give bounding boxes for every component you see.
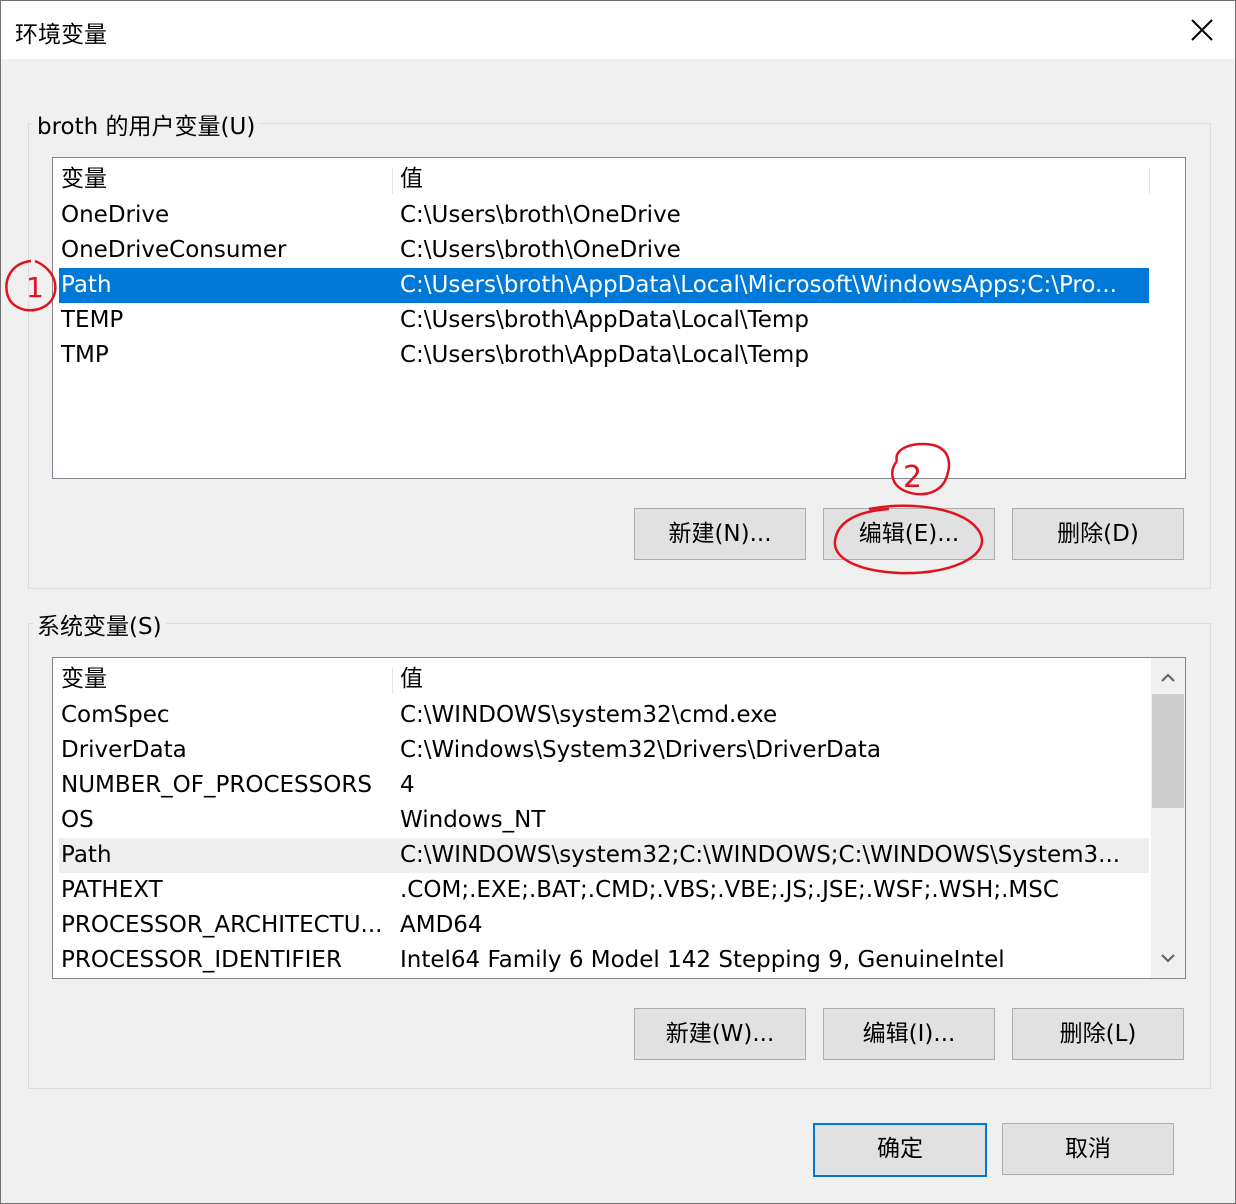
variable-name: Path — [61, 842, 112, 868]
variable-value: Intel64 Family 6 Model 142 Stepping 9, G… — [400, 947, 1005, 973]
list-header: 变量 值 — [59, 662, 1149, 697]
variable-value: Windows_NT — [400, 807, 546, 833]
user-variables-list[interactable]: 变量 值 OneDrive C:\Users\broth\OneDrive On… — [52, 157, 1186, 479]
variable-name: OneDrive — [61, 202, 170, 228]
close-button[interactable] — [1169, 1, 1235, 59]
variable-name: OS — [61, 807, 94, 833]
variable-value: C:\Users\broth\AppData\Local\Temp — [400, 307, 809, 333]
window-title: 环境变量 — [15, 22, 107, 48]
column-divider[interactable] — [1149, 168, 1150, 194]
variable-name: TMP — [61, 342, 109, 368]
variable-value: .COM;.EXE;.BAT;.CMD;.VBS;.VBE;.JS;.JSE;.… — [400, 877, 1059, 903]
variable-value: AMD64 — [400, 912, 483, 938]
variable-name: TEMP — [61, 307, 124, 333]
column-header-value[interactable]: 值 — [400, 162, 423, 197]
user-edit-button[interactable]: 编辑(E)... — [823, 508, 995, 560]
list-item[interactable]: TEMP C:\Users\broth\AppData\Local\Temp — [59, 303, 1149, 338]
vertical-scrollbar[interactable] — [1151, 658, 1185, 978]
variable-value: C:\Users\broth\OneDrive — [400, 202, 681, 228]
list-item[interactable]: OneDriveConsumer C:\Users\broth\OneDrive — [59, 233, 1149, 268]
list-item[interactable]: OneDrive C:\Users\broth\OneDrive — [59, 198, 1149, 233]
variable-name: PROCESSOR_ARCHITECTU... — [61, 912, 383, 938]
system-delete-button[interactable]: 删除(L) — [1012, 1008, 1184, 1060]
variable-name: DriverData — [61, 737, 187, 763]
list-header: 变量 值 — [59, 162, 1179, 197]
list-item[interactable]: PATHEXT .COM;.EXE;.BAT;.CMD;.VBS;.VBE;.J… — [59, 873, 1149, 908]
variable-value: C:\Users\broth\AppData\Local\Microsoft\W… — [400, 272, 1117, 298]
list-item[interactable]: ComSpec C:\WINDOWS\system32\cmd.exe — [59, 698, 1149, 733]
variable-value: C:\Users\broth\AppData\Local\Temp — [400, 342, 809, 368]
list-item[interactable]: NUMBER_OF_PROCESSORS 4 — [59, 768, 1149, 803]
column-header-value[interactable]: 值 — [400, 662, 423, 697]
variable-name: OneDriveConsumer — [61, 237, 287, 263]
system-variables-label: 系统变量(S) — [33, 607, 166, 641]
list-item[interactable]: PROCESSOR_IDENTIFIER Intel64 Family 6 Mo… — [59, 943, 1149, 978]
variable-value: C:\WINDOWS\system32\cmd.exe — [400, 702, 778, 728]
list-item[interactable]: OS Windows_NT — [59, 803, 1149, 838]
column-divider[interactable] — [392, 668, 393, 694]
column-divider[interactable] — [392, 168, 393, 194]
user-variables-label: broth 的用户变量(U) — [33, 107, 260, 141]
title-bar: 环境变量 — [1, 1, 1235, 59]
scroll-down-arrow-icon[interactable] — [1151, 942, 1185, 976]
system-edit-button[interactable]: 编辑(I)... — [823, 1008, 995, 1060]
system-variables-list[interactable]: 变量 值 ComSpec C:\WINDOWS\system32\cmd.exe… — [52, 657, 1186, 979]
cancel-button[interactable]: 取消 — [1002, 1123, 1174, 1175]
variable-name: PATHEXT — [61, 877, 163, 903]
list-item[interactable]: TMP C:\Users\broth\AppData\Local\Temp — [59, 338, 1149, 373]
variable-name: ComSpec — [61, 702, 170, 728]
variable-name: PROCESSOR_IDENTIFIER — [61, 947, 342, 973]
variable-value: 4 — [400, 772, 415, 798]
close-icon — [1191, 19, 1213, 41]
ok-button[interactable]: 确定 — [813, 1123, 987, 1177]
list-item[interactable]: PROCESSOR_ARCHITECTU... AMD64 — [59, 908, 1149, 943]
variable-value: C:\Windows\System32\Drivers\DriverData — [400, 737, 881, 763]
column-header-name[interactable]: 变量 — [61, 662, 107, 697]
list-item-hovered[interactable]: Path C:\WINDOWS\system32;C:\WINDOWS;C:\W… — [59, 838, 1149, 873]
environment-variables-dialog: 环境变量 broth 的用户变量(U) 变量 值 OneDrive C:\Use… — [0, 0, 1236, 1204]
list-item[interactable]: DriverData C:\Windows\System32\Drivers\D… — [59, 733, 1149, 768]
variable-name: NUMBER_OF_PROCESSORS — [61, 772, 372, 798]
system-new-button[interactable]: 新建(W)... — [634, 1008, 806, 1060]
scroll-up-arrow-icon[interactable] — [1151, 660, 1185, 694]
column-header-name[interactable]: 变量 — [61, 162, 107, 197]
variable-value: C:\WINDOWS\system32;C:\WINDOWS;C:\WINDOW… — [400, 842, 1121, 868]
list-item-selected[interactable]: Path C:\Users\broth\AppData\Local\Micros… — [59, 268, 1149, 303]
variable-value: C:\Users\broth\OneDrive — [400, 237, 681, 263]
scrollbar-thumb[interactable] — [1152, 694, 1184, 808]
user-delete-button[interactable]: 删除(D) — [1012, 508, 1184, 560]
user-new-button[interactable]: 新建(N)... — [634, 508, 806, 560]
variable-name: Path — [61, 272, 112, 298]
